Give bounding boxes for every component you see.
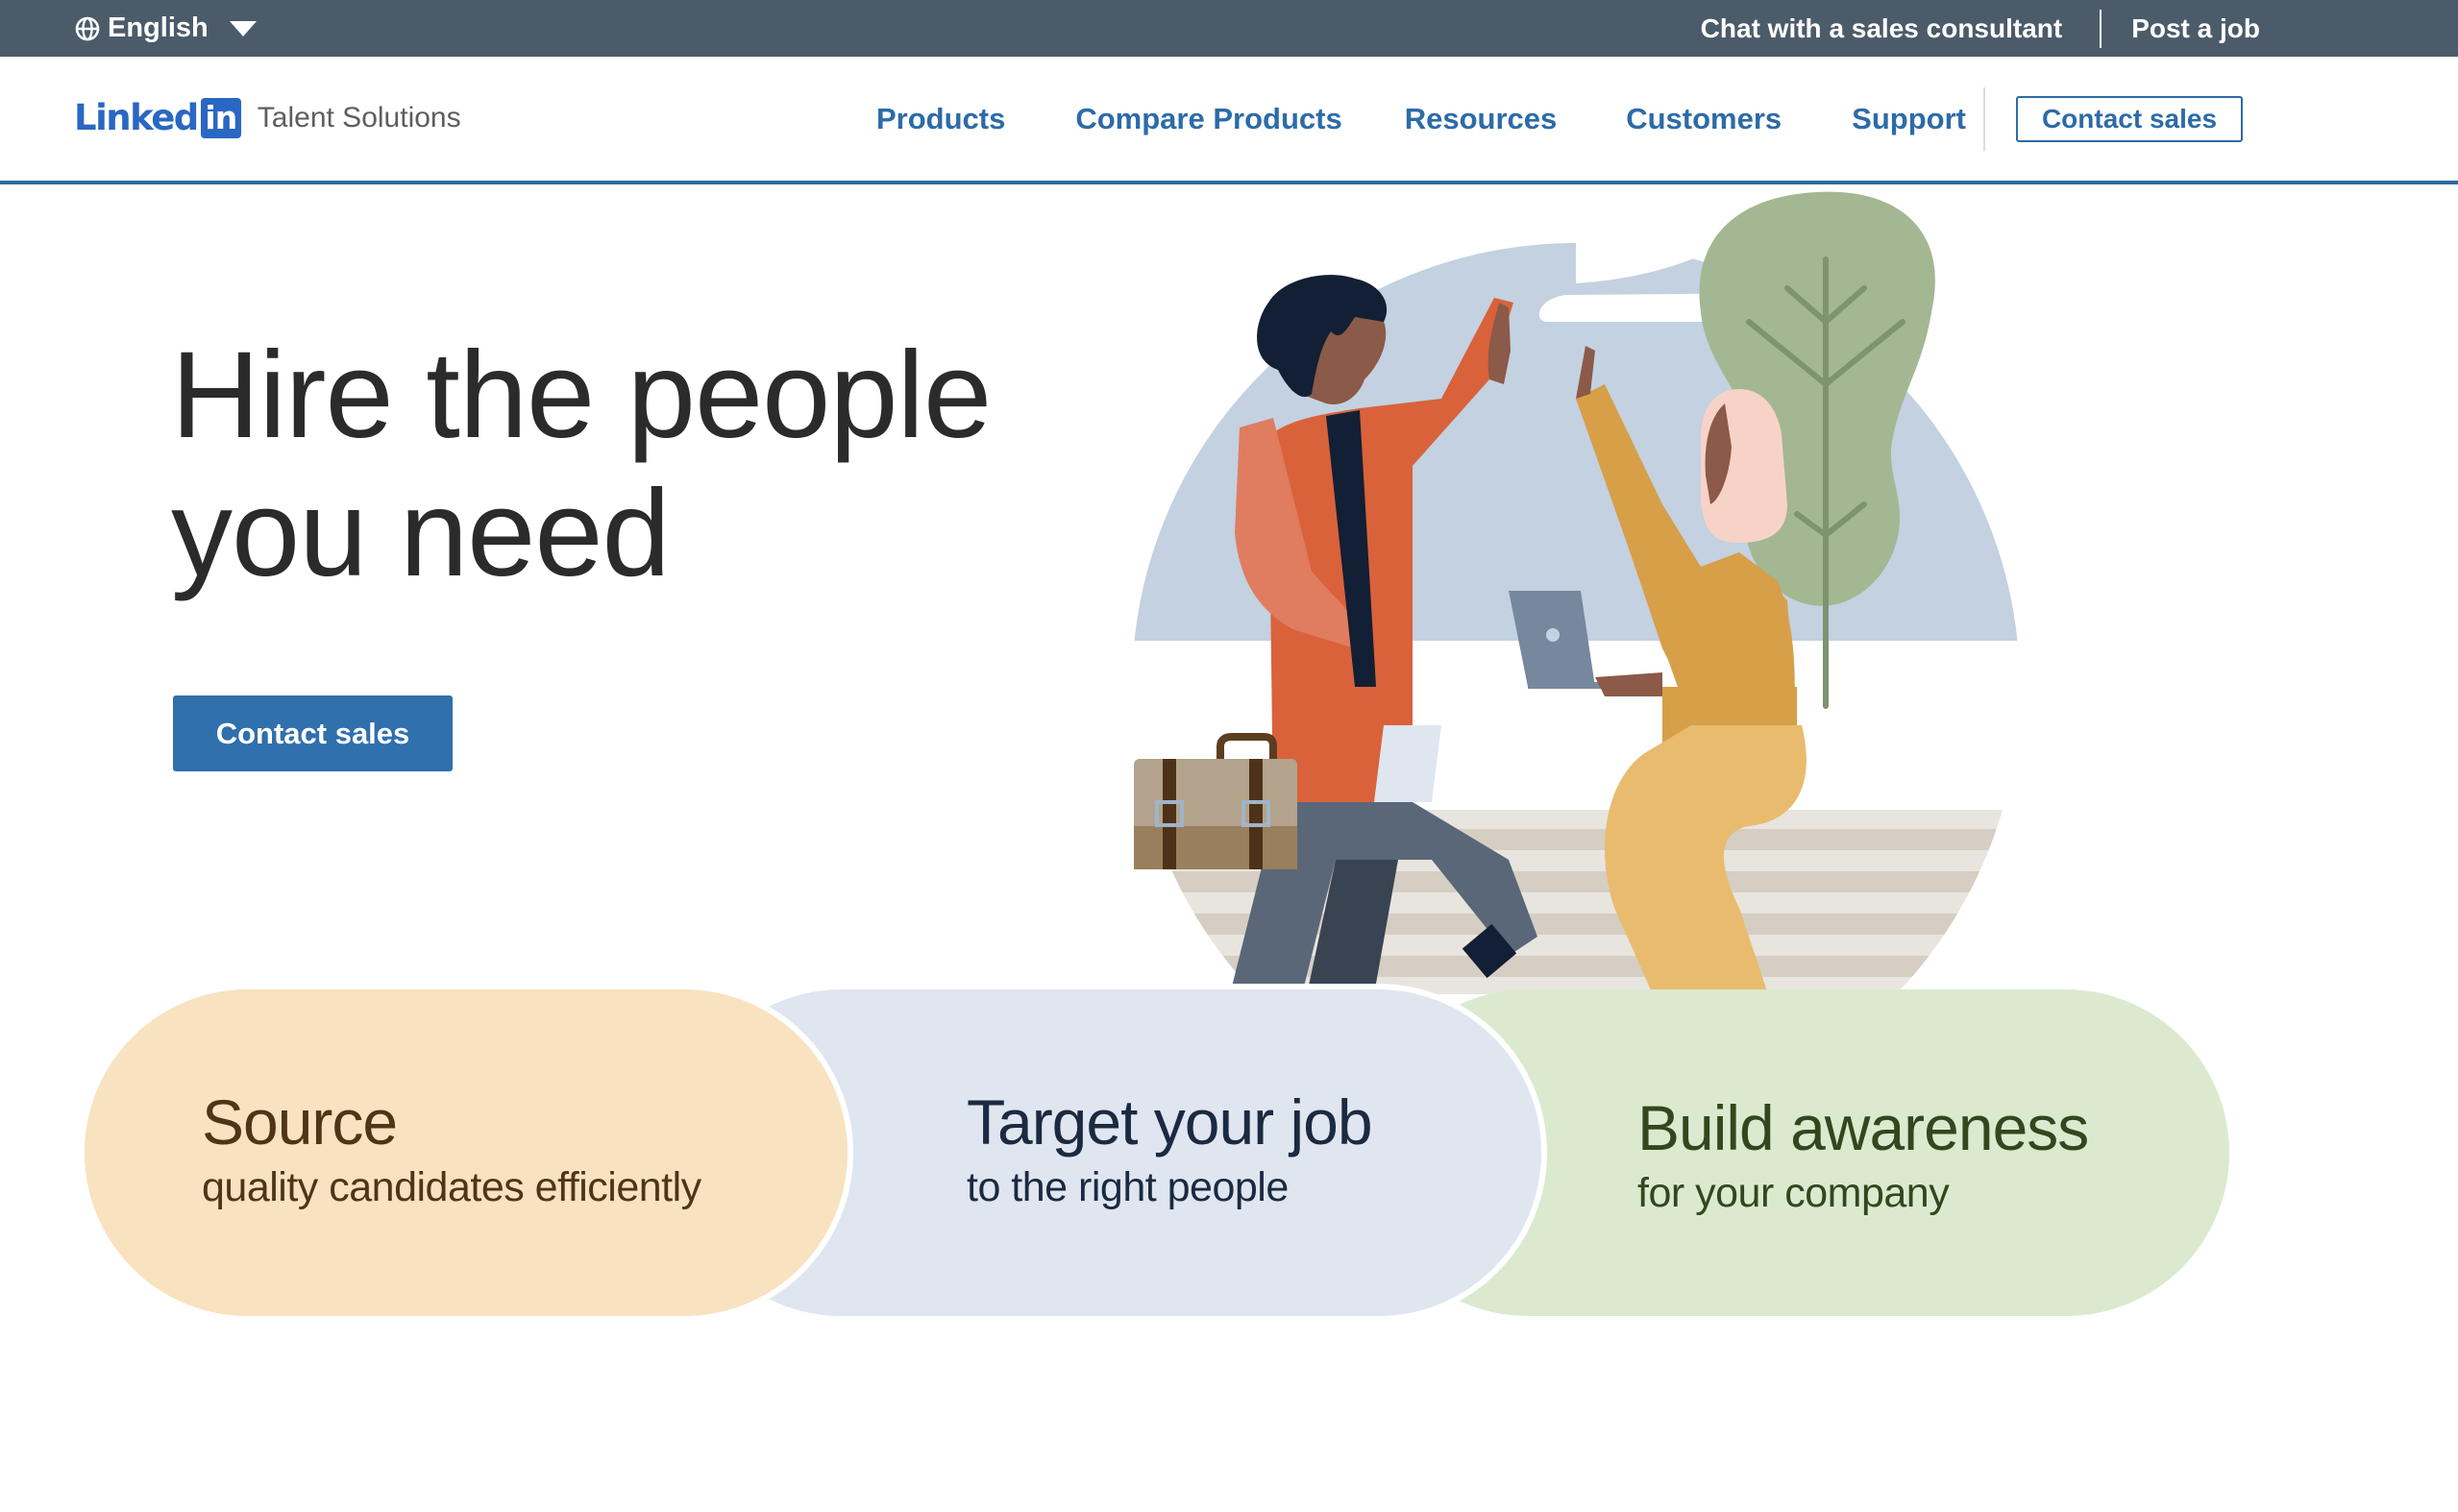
language-selector[interactable]: English xyxy=(75,0,257,57)
top-utility-bar: English Chat with a sales consultant Pos… xyxy=(0,0,2458,57)
nav-item-support[interactable]: Support xyxy=(1852,102,1966,136)
hero-headline-line-2: you need xyxy=(171,465,671,602)
nav-item-products[interactable]: Products xyxy=(876,102,1005,136)
card-title: Build awareness xyxy=(1637,1092,2089,1163)
language-label: English xyxy=(108,12,209,43)
paper-shape xyxy=(1374,725,1441,802)
nav-divider xyxy=(1983,87,1985,151)
card-subtitle: to the right people xyxy=(967,1164,1289,1210)
caret-down-icon xyxy=(229,20,257,37)
card-text: Target your job to the right people xyxy=(967,1084,1373,1214)
card-title: Target your job xyxy=(967,1086,1373,1158)
card-subtitle: quality candidates efficiently xyxy=(202,1164,701,1210)
globe-icon xyxy=(75,16,100,41)
nav-item-resources[interactable]: Resources xyxy=(1405,102,1558,136)
hero-headline-line-1: Hire the people xyxy=(171,327,992,464)
nav-item-compare-products[interactable]: Compare Products xyxy=(1075,102,1341,136)
logo-wordmark: Linked xyxy=(74,97,199,138)
chat-sales-link[interactable]: Chat with a sales consultant xyxy=(1701,13,2063,44)
card-title: Source xyxy=(202,1086,398,1158)
nav-links: Products Compare Products Resources Cust… xyxy=(876,57,1966,181)
nav-item-customers[interactable]: Customers xyxy=(1626,102,1782,136)
source-card[interactable]: Source quality candidates efficiently xyxy=(79,984,853,1322)
topbar-links: Chat with a sales consultant Post a job xyxy=(1701,0,2260,57)
main-nav: Linked in Talent Solutions Products Comp… xyxy=(0,57,2458,184)
linkedin-talent-logo[interactable]: Linked in Talent Solutions xyxy=(74,97,461,138)
high-five-illustration xyxy=(1132,191,2020,994)
card-text: Source quality candidates efficiently xyxy=(202,1084,701,1214)
card-text: Build awareness for your company xyxy=(1637,1089,2089,1220)
cloud-shape xyxy=(1163,329,1234,355)
nav-contact-sales-button[interactable]: Contact sales xyxy=(2016,96,2243,142)
logo-subtitle: Talent Solutions xyxy=(257,101,461,134)
hero-headline: Hire the people you need xyxy=(171,327,992,603)
card-subtitle: for your company xyxy=(1637,1170,1950,1216)
briefcase-shape xyxy=(1134,733,1297,869)
hero-contact-sales-button[interactable]: Contact sales xyxy=(173,695,453,771)
topbar-divider xyxy=(2100,9,2102,48)
logo-in-badge: in xyxy=(200,97,241,138)
post-job-link[interactable]: Post a job xyxy=(2131,13,2260,44)
